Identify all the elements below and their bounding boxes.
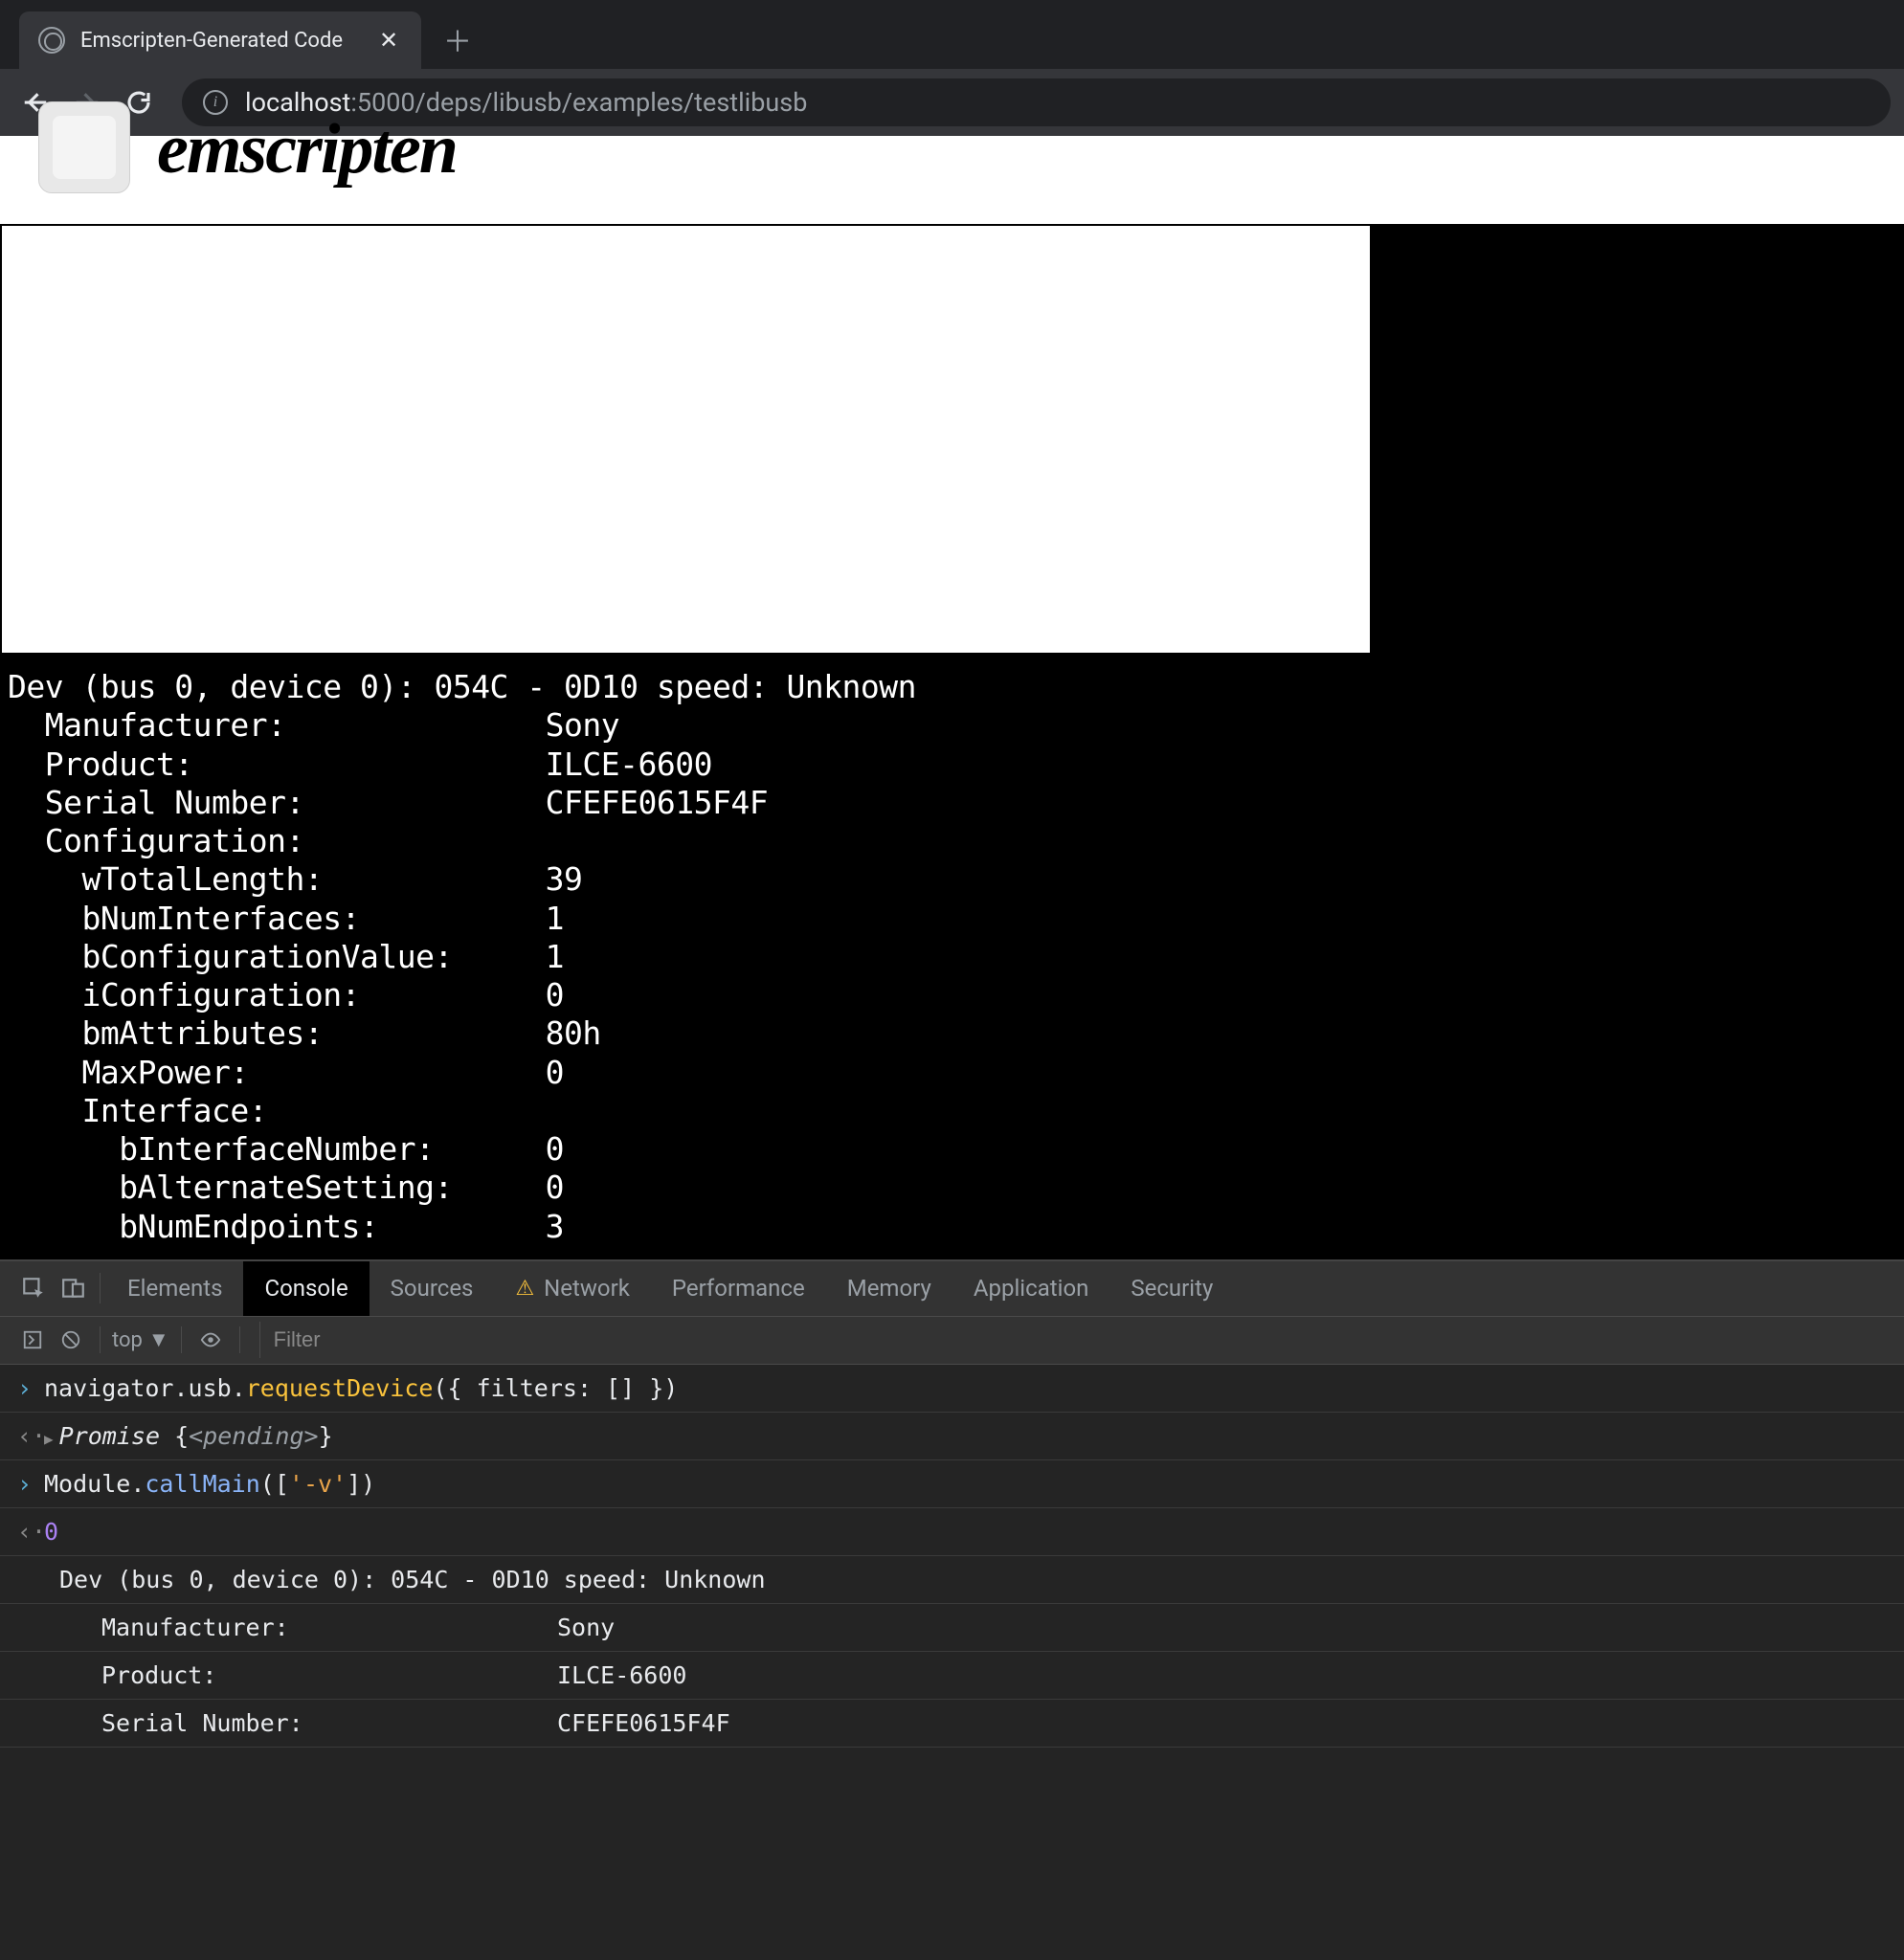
devtools-tab-application[interactable]: Application — [952, 1261, 1110, 1316]
output-arrow-icon: ‹· — [17, 1518, 44, 1546]
browser-tab-strip: Emscripten-Generated Code ✕ ＋ — [0, 0, 1904, 69]
devtools-tab-memory[interactable]: Memory — [826, 1261, 952, 1316]
console-log-table: Dev (bus 0, device 0): 054C - 0D10 speed… — [0, 1556, 1904, 1748]
emscripten-logo-text: emscripten — [157, 109, 457, 190]
canvas-row — [0, 224, 1904, 655]
devtools-tab-network[interactable]: Network — [494, 1261, 650, 1316]
input-arrow-icon: › — [17, 1470, 44, 1498]
new-tab-button[interactable]: ＋ — [438, 20, 477, 58]
devtools-tabs: ElementsConsoleSourcesNetworkPerformance… — [0, 1261, 1904, 1317]
live-expression-button[interactable] — [193, 1323, 228, 1357]
url-path: /deps/libusb/examples/testlibusb — [415, 87, 808, 118]
page-content: emscripten Dev (bus 0, device 0): 054C -… — [0, 136, 1904, 1259]
inspect-element-button[interactable] — [13, 1268, 54, 1308]
log-value: Sony — [557, 1614, 615, 1641]
console-code: 0 — [44, 1518, 58, 1546]
console-filter-input[interactable] — [259, 1322, 489, 1358]
eye-icon — [200, 1329, 221, 1350]
console-code: navigator.usb.requestDevice({ filters: [… — [44, 1374, 678, 1402]
log-key: Manufacturer: — [59, 1614, 557, 1641]
device-toggle-button[interactable] — [54, 1268, 94, 1308]
clear-icon — [60, 1329, 81, 1350]
inspect-icon — [21, 1276, 46, 1301]
console-code: ▶Promise {<pending>} — [44, 1422, 333, 1450]
tab-title: Emscripten-Generated Code — [80, 29, 360, 53]
devtools-tab-elements[interactable]: Elements — [106, 1261, 243, 1316]
console-input-line[interactable]: ›Module.callMain(['-v']) — [0, 1460, 1904, 1508]
separator — [100, 1326, 101, 1353]
console-log-row[interactable]: Product:ILCE-6600 — [0, 1652, 1904, 1700]
console-log-row[interactable]: Serial Number:CFEFE0615F4F — [0, 1700, 1904, 1748]
sidebar-icon — [22, 1329, 43, 1350]
canvas-black-area[interactable] — [1370, 226, 1902, 653]
output-arrow-icon: ‹· — [17, 1422, 44, 1450]
console-log-row[interactable]: Dev (bus 0, device 0): 054C - 0D10 speed… — [0, 1556, 1904, 1604]
page-header: emscripten — [0, 136, 1904, 224]
log-key: Product: — [59, 1661, 557, 1689]
devtools-tab-security[interactable]: Security — [1109, 1261, 1234, 1316]
console-output-line[interactable]: ‹·0 — [0, 1508, 1904, 1556]
canvas-white-area[interactable] — [2, 226, 1370, 653]
devtools-tab-console[interactable]: Console — [243, 1261, 369, 1316]
console-input-line[interactable]: ›navigator.usb.requestDevice({ filters: … — [0, 1365, 1904, 1413]
chevron-down-icon: ▼ — [148, 1327, 169, 1352]
log-value: CFEFE0615F4F — [557, 1709, 730, 1737]
devices-icon — [61, 1276, 86, 1301]
log-value: ILCE-6600 — [557, 1661, 686, 1689]
close-icon[interactable]: ✕ — [375, 27, 402, 54]
log-text: Dev (bus 0, device 0): 054C - 0D10 speed… — [59, 1566, 766, 1593]
devtools-panel: ElementsConsoleSourcesNetworkPerformance… — [0, 1259, 1904, 1960]
input-arrow-icon: › — [17, 1374, 44, 1402]
console-code: Module.callMain(['-v']) — [44, 1470, 375, 1498]
console-log-row[interactable]: Manufacturer:Sony — [0, 1604, 1904, 1652]
context-selector[interactable]: top ▼ — [112, 1327, 169, 1352]
context-label: top — [112, 1328, 143, 1352]
devtools-tab-performance[interactable]: Performance — [651, 1261, 826, 1316]
browser-tab[interactable]: Emscripten-Generated Code ✕ — [19, 11, 421, 69]
console-sidebar-toggle[interactable] — [15, 1323, 50, 1357]
expand-triangle-icon[interactable]: ▶ — [44, 1430, 54, 1448]
separator — [181, 1326, 182, 1353]
terminal-output[interactable]: Dev (bus 0, device 0): 054C - 0D10 speed… — [0, 655, 1904, 1259]
separator — [239, 1326, 240, 1353]
console-toolbar: top ▼ — [0, 1317, 1904, 1365]
devtools-tab-sources[interactable]: Sources — [370, 1261, 495, 1316]
emscripten-logo-icon — [38, 101, 130, 193]
console-output-line[interactable]: ‹·▶Promise {<pending>} — [0, 1413, 1904, 1460]
separator — [100, 1273, 101, 1303]
globe-icon — [38, 27, 65, 54]
log-key: Serial Number: — [59, 1709, 557, 1737]
console-body[interactable]: ›navigator.usb.requestDevice({ filters: … — [0, 1365, 1904, 1960]
clear-console-button[interactable] — [54, 1323, 88, 1357]
